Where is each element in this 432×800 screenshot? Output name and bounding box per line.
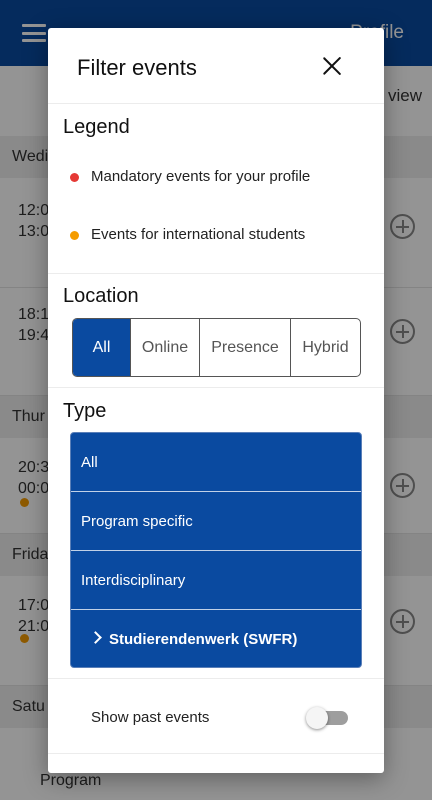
location-segmented-control: All Online Presence Hybrid — [72, 318, 361, 377]
type-item-label: Program specific — [81, 513, 193, 530]
filter-events-dialog: Filter events Legend Mandatory events fo… — [48, 28, 384, 773]
location-option-all[interactable]: All — [73, 319, 131, 376]
toggle-knob — [306, 707, 328, 729]
location-option-presence[interactable]: Presence — [200, 319, 291, 376]
legend-item-label: Events for international students — [91, 226, 306, 243]
legend-title: Legend — [63, 116, 130, 138]
location-option-hybrid[interactable]: Hybrid — [291, 319, 360, 376]
type-list: All Program specific Interdisciplinary S… — [70, 432, 362, 668]
type-item-label: All — [81, 454, 98, 471]
legend-item-mandatory: Mandatory events for your profile — [68, 167, 368, 189]
type-item-interdisciplinary[interactable]: Interdisciplinary — [71, 551, 361, 610]
dialog-title: Filter events — [77, 55, 197, 80]
type-item-label: Interdisciplinary — [81, 572, 186, 589]
divider — [48, 273, 384, 274]
type-item-program-specific[interactable]: Program specific — [71, 492, 361, 551]
divider — [48, 387, 384, 388]
type-title: Type — [63, 400, 107, 422]
mandatory-dot-icon — [70, 173, 79, 182]
type-item-label: Studierendenwerk (SWFR) — [109, 631, 298, 648]
legend-item-label: Mandatory events for your profile — [91, 168, 311, 185]
location-option-online[interactable]: Online — [131, 319, 200, 376]
type-item-all[interactable]: All — [71, 433, 361, 492]
dialog-header: Filter events — [48, 28, 384, 104]
show-past-events-toggle[interactable] — [306, 707, 349, 729]
location-title: Location — [63, 285, 139, 307]
type-item-studierendenwerk[interactable]: Studierendenwerk (SWFR) — [71, 610, 361, 667]
close-icon[interactable] — [320, 54, 344, 78]
chevron-right-icon — [89, 631, 102, 644]
legend-item-international: Events for international students — [68, 225, 368, 247]
international-dot-icon — [70, 231, 79, 240]
show-past-events-label: Show past events — [91, 709, 210, 726]
show-past-events-row: Show past events — [48, 678, 384, 754]
